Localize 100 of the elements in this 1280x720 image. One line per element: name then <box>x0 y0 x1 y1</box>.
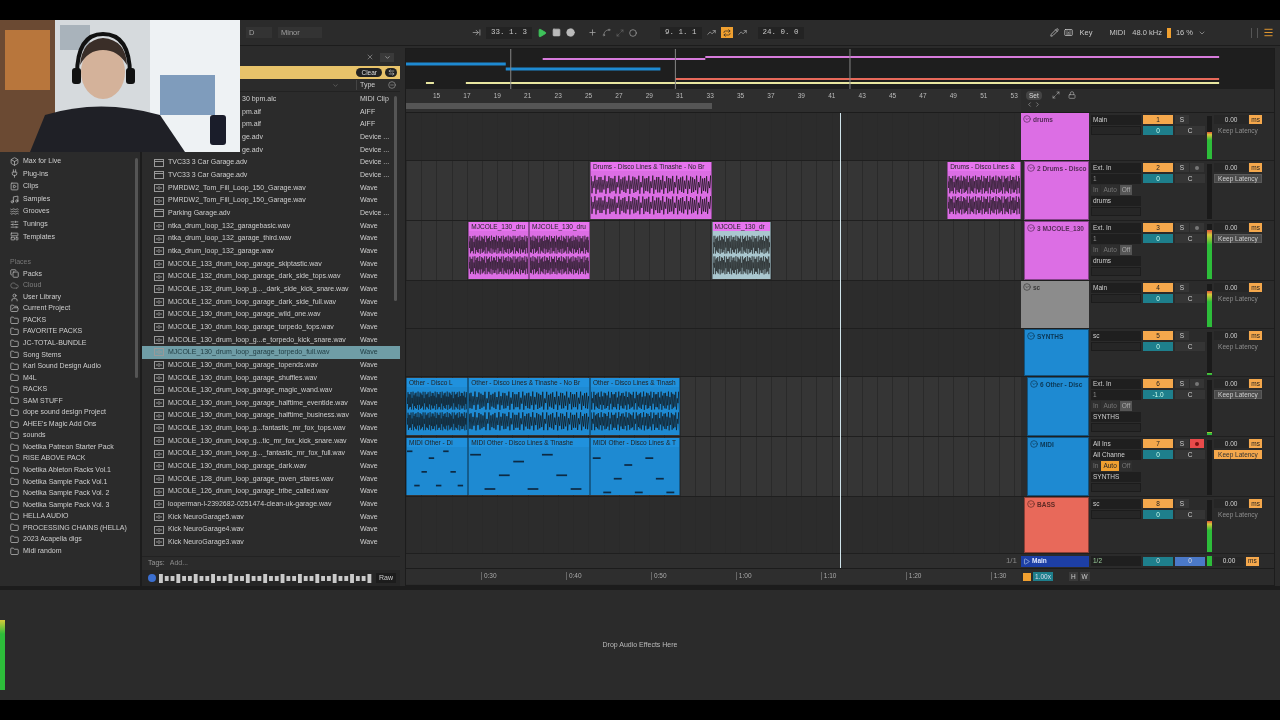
sample-icon <box>10 194 19 204</box>
audio-file-icon <box>154 183 164 192</box>
preset-file-icon <box>154 158 164 167</box>
folder-icon <box>10 454 19 464</box>
scrollbar[interactable] <box>394 96 397 301</box>
punch-in-icon[interactable] <box>706 28 716 37</box>
audio-file-icon <box>154 424 164 433</box>
folder-icon <box>10 315 19 325</box>
audio-file-icon <box>154 234 164 243</box>
meter-icon <box>1251 27 1258 38</box>
loop-icon <box>722 28 731 37</box>
sliders-icon <box>10 219 19 229</box>
level-meter <box>1207 556 1212 566</box>
folder-icon <box>10 511 19 521</box>
audio-file-icon <box>154 247 164 256</box>
folder-icon <box>10 350 19 360</box>
audio-file-icon <box>154 259 164 268</box>
expand-icon[interactable] <box>1051 91 1060 99</box>
audio-file-icon <box>154 196 164 205</box>
folder-icon <box>10 442 19 452</box>
folder-icon <box>10 373 19 383</box>
audio-file-icon <box>154 437 164 446</box>
arm-button[interactable] <box>1190 223 1204 232</box>
audio-file-icon <box>154 525 164 534</box>
loop-button[interactable] <box>720 27 733 38</box>
audio-file-icon <box>154 538 164 547</box>
cloud-icon <box>10 280 19 290</box>
audio-file-icon <box>154 335 164 344</box>
folder-icon <box>10 523 19 533</box>
fold-icon[interactable] <box>1023 115 1031 123</box>
audio-file-icon <box>154 487 164 496</box>
arm-button[interactable] <box>1190 379 1204 388</box>
pencil-icon[interactable] <box>1049 28 1059 37</box>
folder-icon <box>10 396 19 406</box>
audio-file-icon <box>154 386 164 395</box>
metronome-icon[interactable] <box>629 28 637 37</box>
follow-icon[interactable] <box>472 28 481 37</box>
preset-file-icon <box>154 171 164 180</box>
arm-button[interactable] <box>1190 439 1204 448</box>
audio-file-icon <box>154 323 164 332</box>
audio-file-icon <box>154 500 164 509</box>
fold-icon[interactable] <box>1030 440 1038 448</box>
previous-icon[interactable] <box>1026 101 1034 108</box>
wave-icon <box>10 207 19 217</box>
close-icon[interactable] <box>366 53 374 61</box>
preview-button[interactable] <box>148 574 156 582</box>
arm-button[interactable] <box>1190 163 1204 172</box>
filter-icon[interactable] <box>332 81 339 89</box>
fold-icon[interactable] <box>1027 500 1035 508</box>
folder-icon <box>10 408 19 417</box>
stop-button[interactable] <box>552 28 561 37</box>
user-icon <box>10 292 19 302</box>
audio-file-icon <box>154 475 164 483</box>
folder-icon <box>10 546 19 556</box>
plug-icon <box>10 169 19 179</box>
tempo-follow-icon[interactable] <box>1023 572 1031 581</box>
preset-file-icon <box>154 209 164 218</box>
audio-file-icon <box>154 449 164 458</box>
folder-icon <box>10 327 19 337</box>
stack-icon <box>10 269 19 279</box>
lock-icon[interactable] <box>1067 91 1076 99</box>
column-options-icon[interactable] <box>388 81 396 89</box>
folder-icon <box>10 419 19 429</box>
filter-dropdown[interactable] <box>380 52 394 62</box>
folder-icon <box>10 431 19 441</box>
folder-icon <box>10 488 19 498</box>
audio-file-icon <box>154 310 164 319</box>
folder-icon <box>10 338 19 348</box>
scrollbar[interactable] <box>135 158 138 378</box>
record-icon <box>1195 225 1199 230</box>
audio-file-icon <box>154 373 164 382</box>
zoom-label: 1/1 <box>1005 555 1017 567</box>
folder-icon <box>10 477 19 487</box>
play-square-icon <box>10 182 19 191</box>
keyboard-icon[interactable] <box>1063 28 1073 37</box>
audio-file-icon <box>154 221 164 230</box>
cpu-meter <box>1166 27 1171 38</box>
audio-file-icon <box>154 411 164 420</box>
folder-icon <box>10 361 19 371</box>
record-icon <box>1195 441 1199 446</box>
play-button[interactable] <box>537 27 547 38</box>
record-button[interactable] <box>566 28 575 37</box>
automation-icon[interactable] <box>602 28 611 37</box>
folder-icon <box>10 465 19 475</box>
fold-icon[interactable] <box>1030 380 1038 388</box>
fold-icon[interactable] <box>1027 224 1035 232</box>
audio-file-icon <box>154 462 164 471</box>
toggle-button[interactable] <box>385 68 397 77</box>
overdub-icon[interactable] <box>588 28 597 37</box>
fold-icon[interactable] <box>1027 164 1035 172</box>
record-icon <box>1195 381 1199 386</box>
level-meter <box>0 620 5 690</box>
audio-file-icon <box>154 399 164 408</box>
next-icon[interactable] <box>1034 101 1042 108</box>
menu-icon[interactable] <box>1263 27 1274 38</box>
fold-icon[interactable] <box>1027 332 1035 340</box>
punch-out-icon[interactable] <box>737 28 747 37</box>
folder-icon <box>10 535 19 544</box>
audio-file-icon <box>154 513 164 521</box>
fold-icon[interactable] <box>1023 283 1031 291</box>
